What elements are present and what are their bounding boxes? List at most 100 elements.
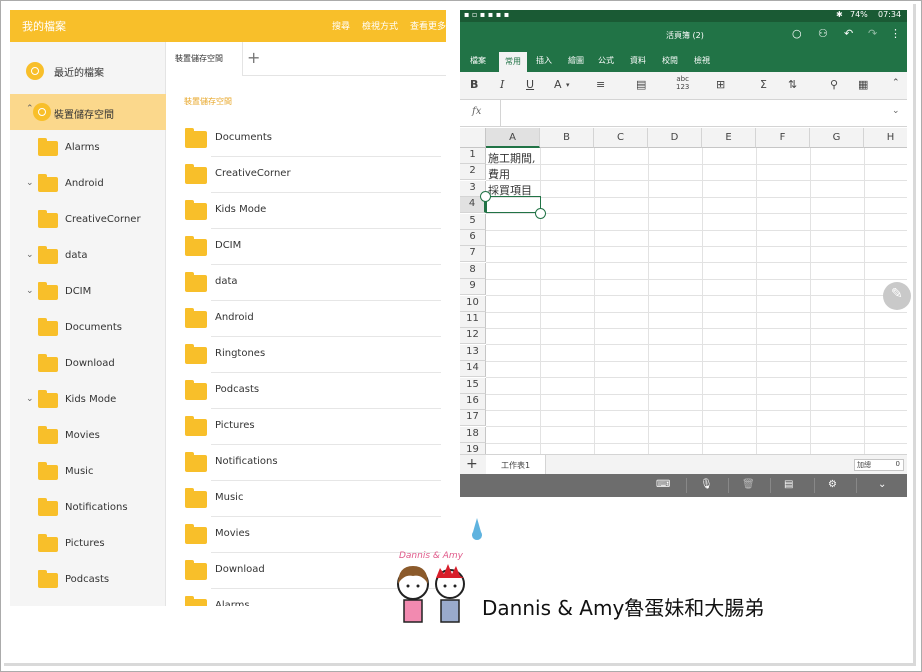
clipboard-icon[interactable]: ▤ xyxy=(784,479,793,490)
chevron-down-icon[interactable]: ⌄ xyxy=(26,178,34,188)
sidebar-folder-item[interactable]: CreativeCorner xyxy=(10,206,166,234)
tab-device-storage[interactable]: 裝置儲存空間 xyxy=(167,42,243,76)
ribbon-tab[interactable]: 公式 xyxy=(598,55,614,66)
folder-row[interactable]: Music xyxy=(183,481,441,517)
folder-row[interactable]: Podcasts xyxy=(183,373,441,409)
sidebar-folder-item[interactable]: Notifications xyxy=(10,494,166,522)
sidebar-folder-item[interactable]: ⌄ data xyxy=(10,242,166,270)
folder-row[interactable]: Ringtones xyxy=(183,337,441,373)
selection-handle-end[interactable] xyxy=(535,208,546,219)
row-header[interactable]: 9 xyxy=(460,279,486,296)
keyboard-icon[interactable]: ⌨ xyxy=(656,479,670,490)
chevron-down-icon[interactable]: ⌄ xyxy=(26,250,34,260)
sidebar-folder-item[interactable]: Alarms xyxy=(10,134,166,162)
sidebar-folder-item[interactable]: Ringtones xyxy=(10,602,166,606)
selected-cell-a4[interactable] xyxy=(486,196,541,213)
view-mode-button[interactable]: 檢視方式 xyxy=(362,19,398,32)
sidebar-folder-item[interactable]: Music xyxy=(10,458,166,486)
select-all-corner[interactable] xyxy=(460,128,486,148)
search-button[interactable]: 搜尋 xyxy=(332,19,350,32)
row-header[interactable]: 14 xyxy=(460,361,486,378)
add-sheet-button[interactable]: + xyxy=(466,456,478,472)
sort-filter-icon[interactable]: ⇅ xyxy=(788,78,797,91)
row-header[interactable]: 5 xyxy=(460,213,486,230)
lightbulb-icon[interactable]: ○ xyxy=(792,27,802,40)
redo-icon[interactable]: ↷ xyxy=(868,27,877,40)
align-icon[interactable]: ≡ xyxy=(596,78,605,91)
column-header[interactable]: G xyxy=(810,128,864,148)
share-icon[interactable]: ⚇ xyxy=(818,27,828,40)
sidebar-folder-item[interactable]: Pictures xyxy=(10,530,166,558)
folder-row[interactable]: Documents xyxy=(183,121,441,157)
folder-row[interactable]: Android xyxy=(183,301,441,337)
add-tab-button[interactable]: + xyxy=(247,48,260,67)
selection-handle-start[interactable] xyxy=(480,191,491,202)
formula-bar[interactable]: fx ⌄ xyxy=(460,100,907,127)
collapse-ribbon-icon[interactable]: ⌃ xyxy=(892,78,900,88)
row-header[interactable]: 10 xyxy=(460,295,486,312)
ribbon-tab[interactable]: 校閱 xyxy=(662,55,678,66)
underline-button[interactable]: U xyxy=(526,78,534,91)
font-color-button[interactable]: A xyxy=(554,78,562,91)
row-header[interactable]: 18 xyxy=(460,426,486,443)
folder-row[interactable]: DCIM xyxy=(183,229,441,265)
row-header[interactable]: 15 xyxy=(460,377,486,394)
pen-icon[interactable] xyxy=(883,282,911,310)
find-icon[interactable]: ⚲ xyxy=(830,78,838,91)
hide-keyboard-icon[interactable]: ⌄ xyxy=(878,479,886,490)
column-header[interactable]: F xyxy=(756,128,810,148)
fill-color-icon[interactable]: ▤ xyxy=(636,78,646,91)
row-header[interactable]: 13 xyxy=(460,344,486,361)
ribbon-tab[interactable]: 檢視 xyxy=(694,55,710,66)
sidebar-folder-item[interactable]: Download xyxy=(10,350,166,378)
ribbon-tab[interactable]: 插入 xyxy=(536,55,552,66)
row-header[interactable]: 11 xyxy=(460,312,486,328)
row-header[interactable]: 8 xyxy=(460,262,486,279)
cell-a2[interactable]: 費用 xyxy=(488,166,510,182)
more-button[interactable]: 查看更多 xyxy=(410,19,446,32)
column-header[interactable]: C xyxy=(594,128,648,148)
column-header[interactable]: A xyxy=(486,128,540,148)
autosum-button[interactable]: Σ xyxy=(760,78,767,91)
sidebar-folder-item[interactable]: Movies xyxy=(10,422,166,450)
table-icon[interactable]: ▦ xyxy=(858,78,868,91)
bold-button[interactable]: B xyxy=(470,78,478,91)
settings-gear-icon[interactable]: ⚙ xyxy=(828,479,837,490)
ribbon-tab[interactable]: 資料 xyxy=(630,55,646,66)
row-header[interactable]: 2 xyxy=(460,164,486,181)
row-header[interactable]: 16 xyxy=(460,394,486,410)
microphone-icon[interactable]: 🎙 xyxy=(700,479,713,490)
column-header[interactable]: B xyxy=(540,128,594,148)
row-header[interactable]: 1 xyxy=(460,148,486,164)
folder-row[interactable]: Kids Mode xyxy=(183,193,441,229)
column-header[interactable]: E xyxy=(702,128,756,148)
sidebar-folder-item[interactable]: Documents xyxy=(10,314,166,342)
folder-row[interactable]: data xyxy=(183,265,441,301)
row-header[interactable]: 17 xyxy=(460,410,486,427)
sheet-tab[interactable]: 工作表1 xyxy=(486,455,546,475)
breadcrumb[interactable]: 裝置儲存空間 xyxy=(184,96,232,107)
cell-a1[interactable]: 施工期間, xyxy=(488,150,536,166)
sidebar-item-device-storage[interactable]: ⌃ 裝置儲存空間 xyxy=(10,94,166,130)
row-header[interactable]: 6 xyxy=(460,230,486,246)
ribbon-tab[interactable]: 檔案 xyxy=(470,55,486,66)
row-header[interactable]: 7 xyxy=(460,246,486,263)
sidebar-folder-item[interactable]: ⌄ Android xyxy=(10,170,166,198)
expand-formula-icon[interactable]: ⌄ xyxy=(892,106,900,116)
number-format-button[interactable]: abc 123 xyxy=(676,75,689,91)
italic-button[interactable]: I xyxy=(500,78,504,91)
sidebar-folder-item[interactable]: ⌄ DCIM xyxy=(10,278,166,306)
folder-row[interactable]: CreativeCorner xyxy=(183,157,441,193)
ribbon-tab[interactable]: 常用 xyxy=(499,52,527,72)
column-header[interactable]: D xyxy=(648,128,702,148)
folder-row[interactable]: Pictures xyxy=(183,409,441,445)
sidebar-folder-item[interactable]: Podcasts xyxy=(10,566,166,594)
sidebar-item-recent[interactable]: 最近的檔案 xyxy=(10,54,166,88)
row-header[interactable]: 12 xyxy=(460,328,486,345)
ribbon-tab[interactable]: 繪圖 xyxy=(568,55,584,66)
spreadsheet-grid[interactable]: ABCDEFGH 1 2 3 4 5 6 7 8 9 10 11 12 13 14 15 16 17 18 19 施… xyxy=(460,128,907,461)
chevron-down-icon[interactable]: ⌄ xyxy=(26,394,34,404)
chevron-down-icon[interactable]: ⌄ xyxy=(26,286,34,296)
more-options-icon[interactable]: ⋮ xyxy=(890,27,901,40)
borders-icon[interactable]: ⊞ xyxy=(716,78,725,91)
